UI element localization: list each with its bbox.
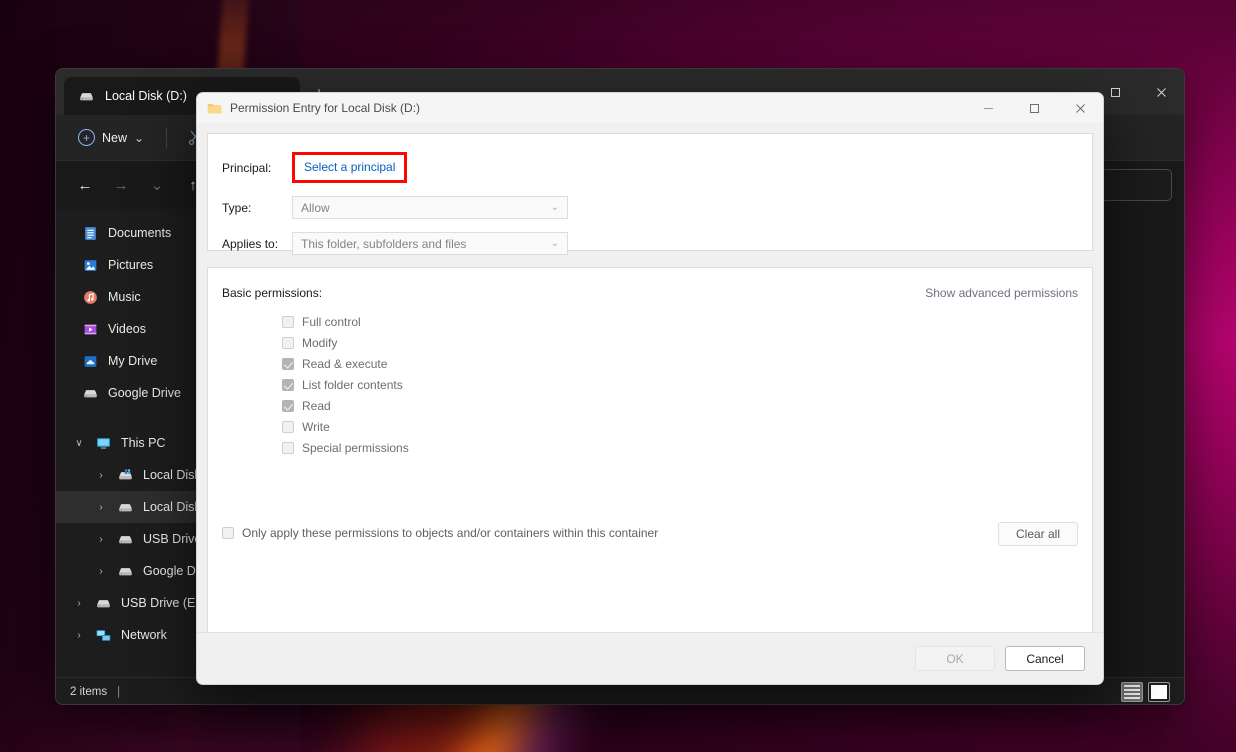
videos-icon xyxy=(82,321,99,338)
system-drive-icon xyxy=(117,467,134,484)
chevron-right-icon[interactable]: › xyxy=(94,502,108,513)
checkbox-read-execute[interactable] xyxy=(282,358,294,370)
pictures-icon xyxy=(82,257,99,274)
chevron-down-icon: ⌄ xyxy=(551,202,559,213)
mydrive-icon xyxy=(82,353,99,370)
basic-permissions-label: Basic permissions: xyxy=(222,286,322,300)
checkbox-write[interactable] xyxy=(282,421,294,433)
type-label: Type: xyxy=(222,201,292,215)
chevron-right-icon[interactable]: › xyxy=(72,598,86,609)
principal-row: Principal: Select a principal xyxy=(222,152,1078,183)
view-toggle-group xyxy=(1121,682,1170,702)
chevron-right-icon[interactable]: › xyxy=(72,630,86,641)
dialog-content: Principal: Select a principal Type: Allo… xyxy=(197,123,1103,647)
checkbox-full-control[interactable] xyxy=(282,316,294,328)
dialog-window-controls xyxy=(965,93,1103,123)
permissions-panel: Basic permissions: Show advanced permiss… xyxy=(207,267,1093,647)
chevron-right-icon[interactable]: › xyxy=(94,534,108,545)
type-row: Type: Allow ⌄ xyxy=(222,196,1078,219)
drive-icon xyxy=(78,88,95,105)
recent-locations-button[interactable]: ⌄ xyxy=(140,169,174,201)
dialog-close-button[interactable] xyxy=(1057,93,1103,123)
folder-icon xyxy=(207,102,222,115)
chevron-right-icon[interactable]: › xyxy=(94,566,108,577)
checkbox-special-permissions[interactable] xyxy=(282,442,294,454)
type-value: Allow xyxy=(301,201,330,215)
dialog-title-label: Permission Entry for Local Disk (D:) xyxy=(230,101,420,115)
chevron-down-icon[interactable]: ∨ xyxy=(72,438,86,449)
back-button[interactable]: ← xyxy=(68,169,102,201)
applies-to-dropdown[interactable]: This folder, subfolders and files ⌄ xyxy=(292,232,568,255)
plus-circle-icon: + xyxy=(78,129,95,146)
chevron-right-icon[interactable]: › xyxy=(94,470,108,481)
permission-row-full-control[interactable]: Full control xyxy=(282,311,1078,332)
type-dropdown[interactable]: Allow ⌄ xyxy=(292,196,568,219)
forward-button[interactable]: → xyxy=(104,169,138,201)
applies-to-value: This folder, subfolders and files xyxy=(301,237,466,251)
principal-label: Principal: xyxy=(222,161,292,175)
permission-entry-dialog: Permission Entry for Local Disk (D:) Pri… xyxy=(196,92,1104,685)
clear-all-button[interactable]: Clear all xyxy=(998,522,1078,546)
permission-row-list-folder-contents[interactable]: List folder contents xyxy=(282,374,1078,395)
checkbox-list-folder-contents[interactable] xyxy=(282,379,294,391)
checkbox-only-apply[interactable] xyxy=(222,527,234,539)
dialog-titlebar: Permission Entry for Local Disk (D:) xyxy=(197,93,1103,123)
permission-label: Read xyxy=(302,399,331,413)
permission-row-special-permissions[interactable]: Special permissions xyxy=(282,437,1078,458)
select-a-principal-link[interactable]: Select a principal xyxy=(304,160,395,174)
toolbar-divider xyxy=(166,128,167,148)
dialog-maximize-button[interactable] xyxy=(1011,93,1057,123)
permission-label: Full control xyxy=(302,315,361,329)
close-button[interactable] xyxy=(1138,69,1184,115)
chevron-down-icon: ⌄ xyxy=(551,238,559,249)
principal-panel: Principal: Select a principal Type: Allo… xyxy=(207,133,1093,251)
music-icon xyxy=(82,289,99,306)
status-separator: | xyxy=(117,686,120,698)
drive-icon xyxy=(82,385,99,402)
permission-label: Special permissions xyxy=(302,441,409,455)
ok-button[interactable]: OK xyxy=(915,646,995,671)
applies-to-label: Applies to: xyxy=(222,237,292,251)
new-button[interactable]: + New ⌄ xyxy=(68,123,154,153)
only-apply-row[interactable]: Only apply these permissions to objects … xyxy=(222,526,658,540)
drive-icon xyxy=(117,563,134,580)
network-icon xyxy=(95,627,112,644)
checkbox-modify[interactable] xyxy=(282,337,294,349)
permissions-header: Basic permissions: Show advanced permiss… xyxy=(222,286,1078,300)
permission-label: List folder contents xyxy=(302,378,403,392)
checkbox-read[interactable] xyxy=(282,400,294,412)
permission-row-modify[interactable]: Modify xyxy=(282,332,1078,353)
permissions-list: Full control Modify Read & execute List … xyxy=(222,311,1078,458)
chevron-down-icon: ⌄ xyxy=(134,131,144,145)
permission-row-write[interactable]: Write xyxy=(282,416,1078,437)
drive-icon xyxy=(95,595,112,612)
documents-icon xyxy=(82,225,99,242)
dialog-footer: OK Cancel xyxy=(197,632,1103,684)
item-count-label: 2 items xyxy=(70,686,107,698)
large-icons-view-icon[interactable] xyxy=(1148,682,1170,702)
details-view-icon[interactable] xyxy=(1121,682,1143,702)
drive-icon xyxy=(117,531,134,548)
principal-highlight: Select a principal xyxy=(292,152,407,183)
dialog-minimize-button[interactable] xyxy=(965,93,1011,123)
cancel-button[interactable]: Cancel xyxy=(1005,646,1085,671)
permission-label: Write xyxy=(302,420,330,434)
permission-label: Modify xyxy=(302,336,337,350)
permission-row-read-execute[interactable]: Read & execute xyxy=(282,353,1078,374)
drive-icon xyxy=(117,499,134,516)
applies-to-row: Applies to: This folder, subfolders and … xyxy=(222,232,1078,255)
permission-row-read[interactable]: Read xyxy=(282,395,1078,416)
new-button-label: New xyxy=(102,131,127,145)
monitor-icon xyxy=(95,435,112,452)
permission-label: Read & execute xyxy=(302,357,387,371)
only-apply-label: Only apply these permissions to objects … xyxy=(242,526,658,540)
show-advanced-permissions-link[interactable]: Show advanced permissions xyxy=(925,286,1078,300)
